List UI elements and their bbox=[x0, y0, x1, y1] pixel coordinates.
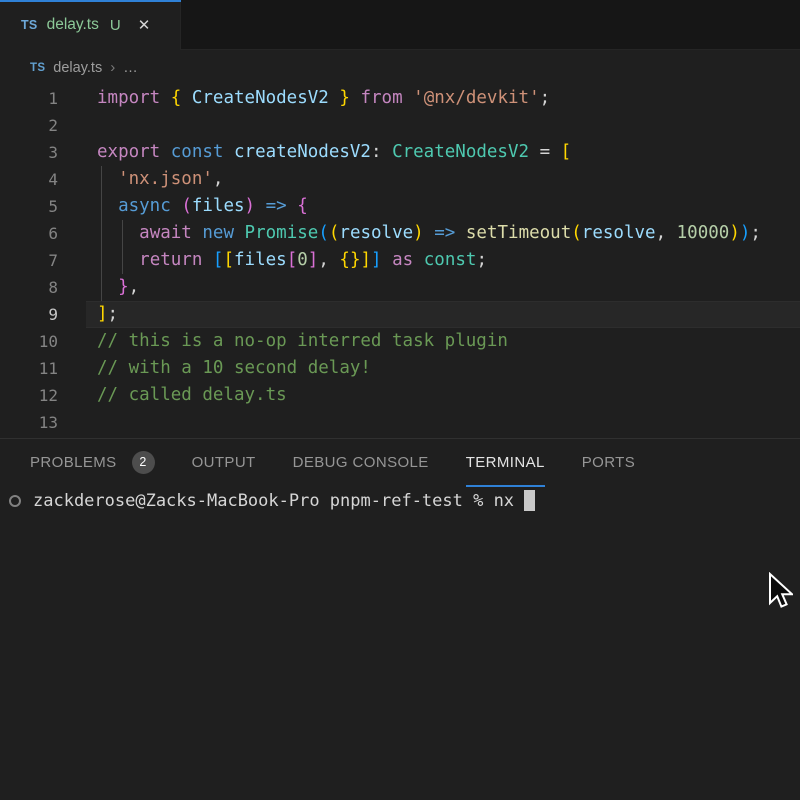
active-tab-indicator bbox=[0, 0, 181, 2]
tab-delay-ts[interactable]: TS delay.ts U ✕ bbox=[0, 0, 181, 50]
terminal-prompt: zackderose@Zacks-MacBook-Pro pnpm-ref-te… bbox=[33, 491, 514, 511]
line-number[interactable]: 2 bbox=[0, 112, 58, 139]
tab-output[interactable]: OUTPUT bbox=[192, 439, 256, 487]
line-number[interactable]: 8 bbox=[0, 274, 58, 301]
code-line[interactable]: // this is a no-op interred task plugin bbox=[97, 328, 508, 355]
code-line-row: 7 return [[files[0], {}]] as const; bbox=[0, 247, 800, 274]
line-number[interactable]: 6 bbox=[0, 220, 58, 247]
code-line[interactable]: export const createNodesV2: CreateNodesV… bbox=[97, 139, 571, 166]
typescript-file-icon: TS bbox=[30, 62, 45, 74]
line-number[interactable]: 9 bbox=[0, 301, 58, 328]
code-lines: 1 import { CreateNodesV2 } from '@nx/devk… bbox=[0, 85, 800, 436]
code-line-row: 2 bbox=[0, 112, 800, 139]
editor-tab-bar: TS delay.ts U ✕ bbox=[0, 0, 800, 50]
breadcrumb-file[interactable]: delay.ts bbox=[53, 60, 102, 76]
code-line[interactable]: await new Promise((resolve) => setTimeou… bbox=[97, 220, 761, 247]
code-line-row: 11 // with a 10 second delay! bbox=[0, 355, 800, 382]
breadcrumb-symbol-ellipsis[interactable]: … bbox=[123, 60, 138, 76]
line-number[interactable]: 5 bbox=[0, 193, 58, 220]
tab-terminal[interactable]: TERMINAL bbox=[466, 439, 545, 487]
problems-count-badge: 2 bbox=[132, 451, 155, 474]
terminal[interactable]: zackderose@Zacks-MacBook-Pro pnpm-ref-te… bbox=[0, 488, 800, 513]
code-line-row: 13 bbox=[0, 409, 800, 436]
tab-debug-console-label: DEBUG CONSOLE bbox=[293, 454, 429, 471]
git-untracked-badge: U bbox=[110, 17, 121, 34]
close-icon[interactable]: ✕ bbox=[138, 16, 151, 34]
line-number[interactable]: 3 bbox=[0, 139, 58, 166]
tab-ports[interactable]: PORTS bbox=[582, 439, 635, 487]
line-number[interactable]: 10 bbox=[0, 328, 58, 355]
tab-problems-label: PROBLEMS bbox=[30, 454, 117, 471]
typescript-file-icon: TS bbox=[21, 18, 38, 32]
code-line[interactable]: async (files) => { bbox=[97, 193, 308, 220]
chevron-right-icon: › bbox=[110, 59, 115, 76]
panel-tab-bar: PROBLEMS 2 OUTPUT DEBUG CONSOLE TERMINAL… bbox=[0, 439, 800, 487]
code-line[interactable]: return [[files[0], {}]] as const; bbox=[97, 247, 487, 274]
line-number[interactable]: 4 bbox=[0, 166, 58, 193]
code-line-row: 6 await new Promise((resolve) => setTime… bbox=[0, 220, 800, 247]
code-line-row: 4 'nx.json', bbox=[0, 166, 800, 193]
line-number[interactable]: 1 bbox=[0, 85, 58, 112]
code-line-row: 5 async (files) => { bbox=[0, 193, 800, 220]
line-number[interactable]: 7 bbox=[0, 247, 58, 274]
breadcrumb: TS delay.ts › … bbox=[0, 51, 800, 85]
mouse-cursor-arrow-icon bbox=[767, 572, 793, 619]
code-line[interactable]: // called delay.ts bbox=[97, 382, 287, 409]
code-line-row: 9]; bbox=[0, 301, 800, 328]
code-line-row: 10 // this is a no-op interred task plugi… bbox=[0, 328, 800, 355]
code-line[interactable]: // with a 10 second delay! bbox=[97, 355, 371, 382]
code-line-row: 8 }, bbox=[0, 274, 800, 301]
tab-output-label: OUTPUT bbox=[192, 454, 256, 471]
code-line-row: 1 import { CreateNodesV2 } from '@nx/devk… bbox=[0, 85, 800, 112]
tab-filename: delay.ts bbox=[47, 16, 99, 34]
code-line-row: 12 // called delay.ts bbox=[0, 382, 800, 409]
tab-problems[interactable]: PROBLEMS 2 bbox=[30, 439, 155, 487]
tab-debug-console[interactable]: DEBUG CONSOLE bbox=[293, 439, 429, 487]
code-line[interactable]: import { CreateNodesV2 } from '@nx/devki… bbox=[97, 85, 550, 112]
tab-terminal-label: TERMINAL bbox=[466, 454, 545, 471]
line-number[interactable]: 12 bbox=[0, 382, 58, 409]
line-number[interactable]: 11 bbox=[0, 355, 58, 382]
command-decoration-circle-icon bbox=[9, 495, 21, 507]
code-line[interactable]: 'nx.json', bbox=[97, 166, 223, 193]
code-line[interactable]: ]; bbox=[97, 301, 118, 328]
code-line-row: 3 export const createNodesV2: CreateNodes… bbox=[0, 139, 800, 166]
terminal-block-cursor bbox=[524, 490, 535, 511]
line-number[interactable]: 13 bbox=[0, 409, 58, 436]
tab-ports-label: PORTS bbox=[582, 454, 635, 471]
code-line[interactable]: }, bbox=[97, 274, 139, 301]
code-editor[interactable]: 1 import { CreateNodesV2 } from '@nx/devk… bbox=[0, 85, 800, 438]
